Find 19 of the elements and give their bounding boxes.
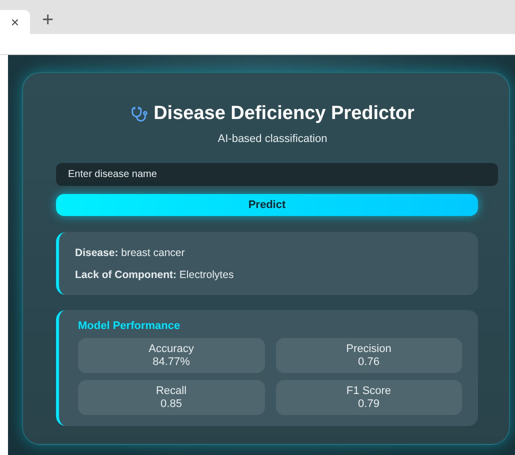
disease-input-field[interactable]: Enter disease name — [56, 163, 498, 186]
performance-title: Model Performance — [78, 320, 182, 332]
metric-value: 0.76 — [358, 356, 380, 368]
metric-name: F1 Score — [346, 385, 392, 398]
app-subtitle: AI-based classification — [216, 133, 328, 145]
result-text: Disease: breast cancer — [75, 246, 186, 258]
app-title: Disease Deficiency Predictor — [154, 103, 414, 125]
metric-name: Precision — [346, 343, 392, 356]
stethoscope-icon — [130, 106, 148, 122]
close-tab-button[interactable]: × — [10, 14, 20, 30]
metric-value: 84.77% — [152, 356, 190, 368]
metric-name: Accuracy — [148, 343, 194, 356]
metric-value: 0.79 — [358, 398, 380, 410]
result-text: Lack of Component: Electrolytes — [75, 268, 235, 280]
metric-name: Recall — [156, 385, 187, 398]
predict-button[interactable]: Predict — [56, 194, 478, 216]
new-tab-button[interactable]: + — [42, 8, 54, 32]
metric-value: 0.85 — [160, 398, 182, 410]
browser-tab[interactable]: × — [0, 10, 30, 34]
